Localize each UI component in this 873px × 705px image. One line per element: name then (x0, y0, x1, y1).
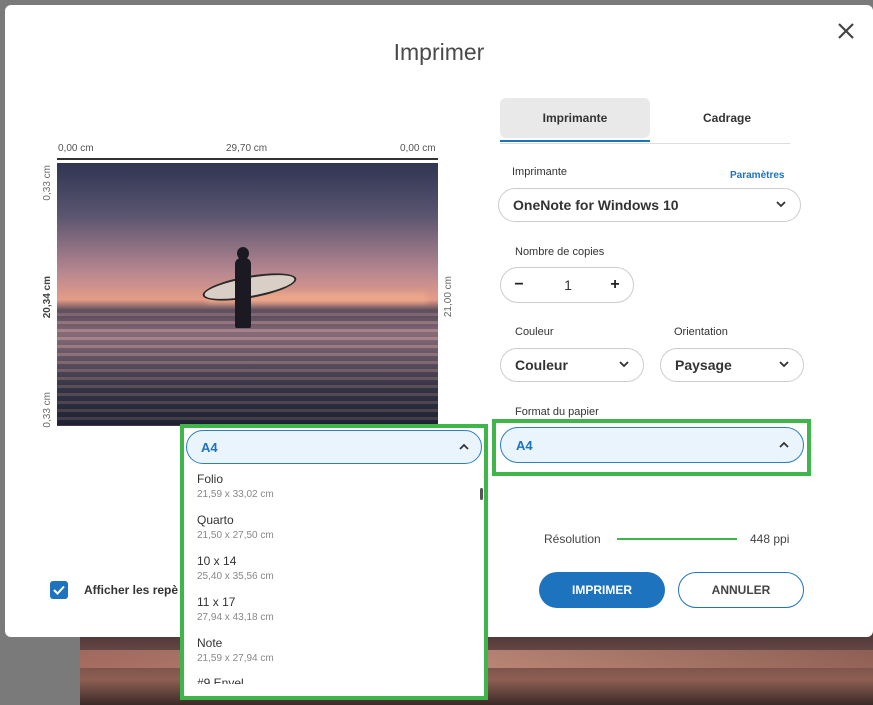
printer-select[interactable]: OneNote for Windows 10 (498, 188, 801, 222)
dropdown-option-partial[interactable]: #9 Envel (197, 676, 244, 684)
orientation-value: Paysage (675, 357, 732, 373)
orientation-select[interactable]: Paysage (660, 348, 804, 382)
option-dimensions: 21,59 x 33,02 cm (197, 489, 274, 500)
ruler-top-center: 29,70 cm (226, 143, 268, 154)
resolution-bar (617, 538, 737, 540)
close-icon[interactable] (837, 21, 855, 45)
preview-surfer-head (237, 247, 249, 260)
dropdown-option[interactable]: 10 x 14 25,40 x 35,56 cm (197, 554, 467, 594)
dropdown-option[interactable]: Folio 21,59 x 33,02 cm (197, 472, 467, 512)
dropdown-selected[interactable]: A4 (186, 430, 482, 464)
ruler-left-center: 20,34 cm (42, 276, 53, 319)
printer-value: OneNote for Windows 10 (513, 197, 679, 213)
color-select[interactable]: Couleur (500, 348, 644, 382)
dropdown-option[interactable]: 11 x 17 27,94 x 43,18 cm (197, 595, 467, 635)
option-name: Quarto (197, 513, 234, 527)
paper-select[interactable]: A4 (500, 427, 804, 463)
option-dimensions: 27,94 x 43,18 cm (197, 612, 274, 623)
option-name: Folio (197, 472, 224, 486)
chevron-up-icon (779, 441, 789, 448)
option-dimensions: 21,59 x 27,94 cm (197, 653, 274, 664)
print-button[interactable]: IMPRIMER (539, 572, 665, 608)
copies-label: Nombre de copies (515, 246, 605, 258)
ruler-left-bottom: 0,33 cm (42, 392, 53, 428)
chevron-up-icon (459, 443, 469, 450)
tab-imprimante[interactable]: Imprimante (500, 98, 650, 142)
copies-plus-button[interactable]: + (604, 274, 626, 296)
paper-value: A4 (516, 437, 533, 453)
copies-value[interactable]: 1 (556, 277, 580, 293)
copies-stepper: − 1 + (500, 267, 634, 303)
preview-surfer (235, 258, 251, 328)
paper-label: Format du papier (515, 406, 599, 418)
option-dimensions: 21,50 x 27,50 cm (197, 530, 274, 541)
dialog-title: Imprimer (393, 39, 485, 65)
preview-water (57, 313, 438, 426)
option-dimensions: 25,40 x 35,56 cm (197, 571, 274, 582)
cancel-button[interactable]: ANNULER (678, 572, 804, 608)
dropdown-selected-value: A4 (201, 439, 218, 455)
printer-label: Imprimante (512, 166, 568, 178)
ruler-right-center: 21,00 cm (443, 276, 454, 318)
option-name: 11 x 17 (197, 595, 236, 609)
printer-settings-link[interactable]: Paramètres (730, 170, 784, 181)
show-marks-checkbox[interactable] (50, 581, 68, 599)
color-value: Couleur (515, 357, 568, 373)
resolution-label: Résolution (544, 532, 601, 546)
settings-tabs: Imprimante Cadrage (500, 98, 790, 144)
ruler-line (57, 158, 438, 160)
option-name: Note (197, 636, 223, 650)
show-marks-label: Afficher les repè (84, 583, 179, 597)
dropdown-option[interactable]: Note 21,59 x 27,94 cm (197, 636, 467, 676)
ruler-left-top: 0,33 cm (42, 165, 53, 201)
dropdown-option[interactable]: Quarto 21,50 x 27,50 cm (197, 513, 467, 553)
ruler-top-right: 0,00 cm (400, 143, 436, 154)
check-icon (53, 585, 65, 595)
resolution-value: 448 ppi (750, 532, 790, 546)
dropdown-scrollbar[interactable] (480, 488, 483, 500)
chevron-down-icon (619, 361, 629, 368)
print-preview-image (57, 163, 438, 426)
orientation-label: Orientation (674, 326, 728, 338)
option-name: 10 x 14 (197, 554, 237, 568)
color-label: Couleur (515, 326, 554, 338)
chevron-down-icon (779, 361, 789, 368)
ruler-top-left: 0,00 cm (58, 143, 94, 154)
dropdown-list: Folio 21,59 x 33,02 cm Quarto 21,50 x 27… (184, 468, 484, 696)
chevron-down-icon (776, 201, 786, 208)
copies-minus-button[interactable]: − (508, 274, 530, 296)
paper-dropdown: A4 Folio 21,59 x 33,02 cm Quarto 21,50 x… (180, 424, 488, 700)
tab-cadrage[interactable]: Cadrage (652, 98, 802, 138)
